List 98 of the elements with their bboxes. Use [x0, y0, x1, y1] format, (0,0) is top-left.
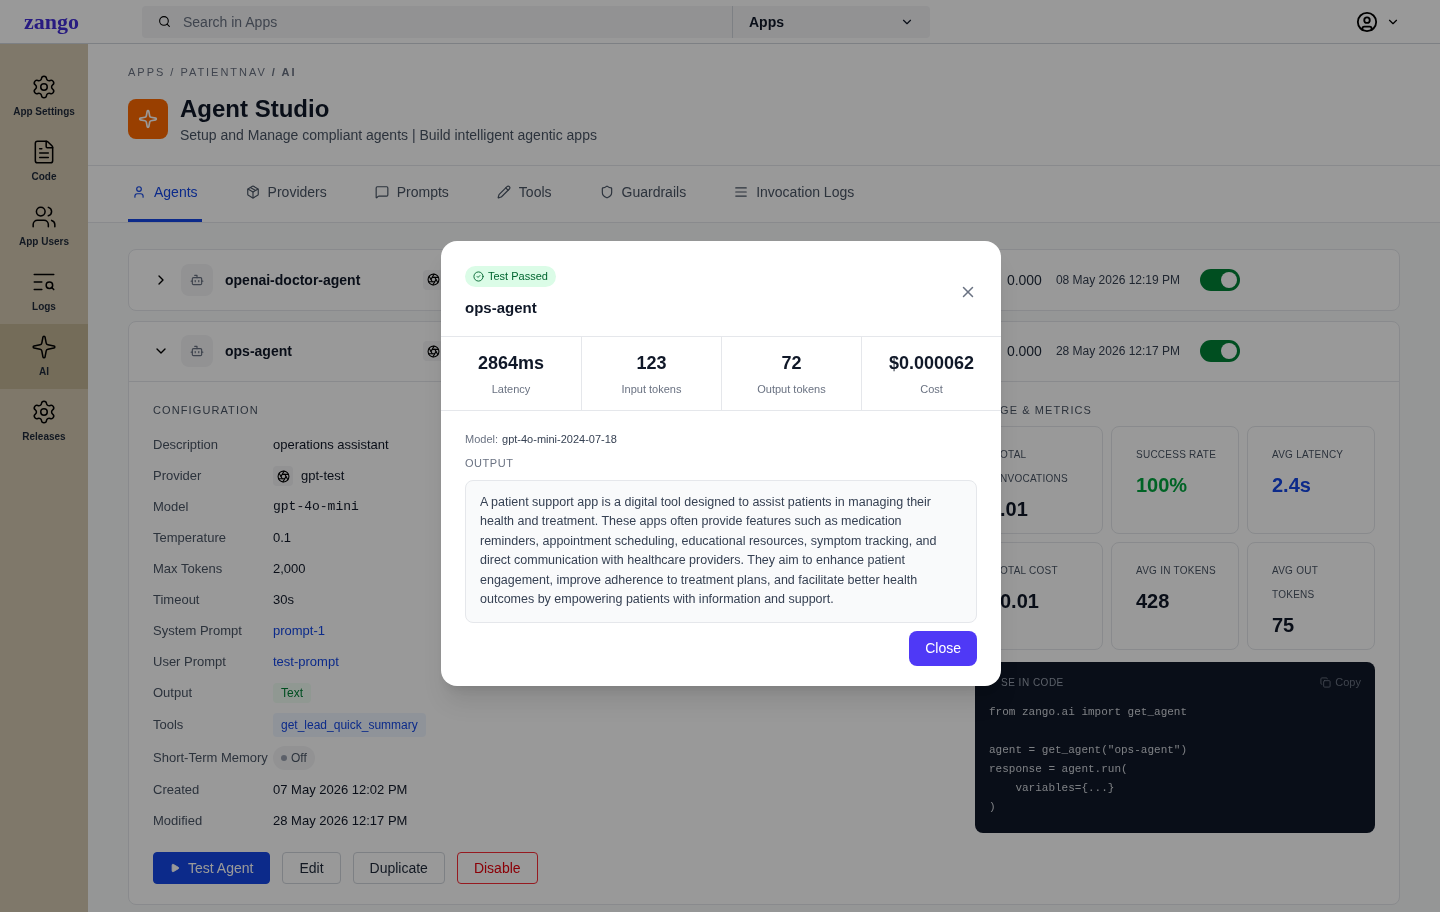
field-label: System Prompt	[153, 622, 243, 641]
gear-icon	[31, 399, 57, 425]
agent-date: 08 May 2026 12:19 PM	[1055, 271, 1180, 288]
box-icon	[245, 185, 260, 199]
stat-value: 123	[636, 351, 667, 375]
tool-tag[interactable]: get_lead_quick_summary	[273, 713, 426, 737]
action-button[interactable]: Disable	[456, 852, 538, 884]
user-icon	[132, 185, 146, 199]
search-field[interactable]: Search in Apps	[142, 5, 732, 38]
stat-label: Input tokens	[621, 381, 682, 397]
user-menu[interactable]	[1356, 10, 1400, 33]
bot-icon	[181, 263, 213, 296]
shield-icon	[599, 185, 614, 199]
lines-icon	[734, 185, 749, 199]
field-label: Timeout	[153, 591, 201, 610]
status-badge: Test Passed	[465, 266, 556, 287]
field-label: Created	[153, 781, 201, 800]
field-label: Short-Term Memory	[153, 749, 269, 768]
stat-label: Latency	[491, 381, 531, 397]
agent-name[interactable]: ops-agent	[225, 341, 423, 361]
tab[interactable]: Guardrails	[595, 165, 691, 222]
action-button[interactable]: Edit	[282, 852, 341, 884]
output-heading: OUTPUT	[465, 456, 515, 471]
user-avatar-icon	[1356, 10, 1378, 33]
action-button[interactable]: Test Agent	[153, 852, 271, 884]
field-value: 2,000	[273, 560, 306, 579]
sidebar-item[interactable]: Releases	[0, 389, 88, 454]
section-heading: GE & METRICS	[999, 402, 1094, 418]
tab[interactable]: Invocation Logs	[730, 165, 859, 222]
chat-icon	[374, 185, 389, 199]
prompt-link[interactable]: test-prompt	[273, 652, 339, 672]
users-icon	[31, 204, 57, 230]
sidebar-item[interactable]: Code	[0, 129, 88, 194]
field-label: Tools	[153, 716, 185, 735]
metric-card: AVG OUT TOKENS 75	[1247, 542, 1375, 650]
field-label: User Prompt	[153, 653, 227, 672]
sparkle-icon	[31, 334, 57, 360]
search-icon	[158, 15, 171, 28]
field-value: 28 May 2026 12:17 PM	[273, 812, 408, 831]
metric-card: AVG LATENCY 2.4s	[1247, 426, 1375, 534]
zango-logo[interactable]: zango	[24, 5, 142, 38]
sidebar-item[interactable]: AI	[0, 324, 88, 389]
tab[interactable]: Providers	[241, 165, 331, 222]
field-value: 0.1	[273, 529, 292, 548]
model-name: gpt-4o-mini-2024-07-18	[502, 431, 617, 447]
output-text: A patient support app is a digital tool designed to assist patients in managing their health and treatment. These apps often provide features such as medication reminders, appointment scheduling, educational resources, symptom tracking, and direct communication with healthcare providers. They aim to enhance patient engagement, improve adherence to treatment plans, and facilitate better health outcomes by empowering patients with information and support.	[465, 479, 977, 623]
stat-value: 2864ms	[477, 351, 545, 375]
tab[interactable]: Tools	[492, 165, 556, 222]
sidebar-item[interactable]: App Settings	[0, 64, 88, 129]
field-label: Model	[153, 498, 190, 517]
play-icon	[170, 863, 180, 873]
gear-icon	[31, 74, 57, 100]
toggle-switch[interactable]	[1200, 268, 1240, 291]
tab[interactable]: Agents	[128, 165, 202, 222]
memory-status: Off	[273, 746, 315, 770]
prompt-link[interactable]: prompt-1	[273, 621, 326, 641]
agent-date: 28 May 2026 12:17 PM	[1055, 343, 1180, 359]
field-value: gpt-test	[301, 467, 345, 486]
action-button[interactable]: Duplicate	[352, 852, 445, 884]
field-value: 30s	[273, 591, 294, 610]
breadcrumb: APPS / PATIENTNAV / AI	[128, 65, 298, 80]
code-snippet: from zango.ai import get_agent agent = get_agent("ops-agent") response = agent.run( variables={...} )	[989, 704, 1189, 815]
metric-card: AVG IN TOKENS 428	[1111, 542, 1239, 650]
stat-label: Cost	[920, 381, 943, 397]
tab[interactable]: Prompts	[370, 165, 453, 222]
field-value: 07 May 2026 12:02 PM	[273, 781, 408, 800]
field-label: Provider	[153, 467, 203, 486]
field-value: gpt-4o-mini	[273, 498, 359, 517]
close-button[interactable]: Close	[909, 630, 977, 666]
field-label: Output	[153, 684, 194, 703]
toggle-switch[interactable]	[1200, 340, 1240, 362]
field-label: Temperature	[153, 529, 227, 548]
output-badge: Text	[273, 683, 311, 703]
field-value: operations assistant	[273, 436, 389, 455]
sparkle-logo-icon	[128, 98, 168, 139]
sidebar-item[interactable]: Logs	[0, 259, 88, 324]
agent-cost: 0.000	[1006, 270, 1042, 290]
copy-icon	[1320, 676, 1332, 688]
agent-cost: 0.000	[1006, 342, 1042, 361]
page-title: Agent Studio	[180, 93, 331, 124]
stat-value: $0.000062	[888, 351, 975, 375]
page-subtitle: Setup and Manage compliant agents | Build intelligent agentic apps	[180, 125, 597, 145]
model-label: Model:	[465, 431, 499, 447]
sidebar-item[interactable]: App Users	[0, 194, 88, 259]
pencil-icon	[496, 185, 511, 199]
provider-icon	[273, 466, 293, 486]
stat-value: 72	[781, 351, 802, 375]
section-heading: CONFIGURATION	[153, 402, 260, 418]
agent-name[interactable]: openai-doctor-agent	[225, 269, 423, 290]
field-label: Modified	[153, 812, 204, 831]
metric-card: SUCCESS RATE 100%	[1111, 426, 1239, 534]
dialog-title: ops-agent	[465, 298, 538, 318]
field-label: Max Tokens	[153, 560, 224, 579]
field-label: Description	[153, 436, 220, 455]
section-heading: SE IN CODE	[1000, 675, 1064, 690]
bot-icon	[181, 335, 213, 367]
apps-dropdown[interactable]: Apps	[732, 5, 930, 38]
stat-label: Output tokens	[757, 381, 826, 397]
